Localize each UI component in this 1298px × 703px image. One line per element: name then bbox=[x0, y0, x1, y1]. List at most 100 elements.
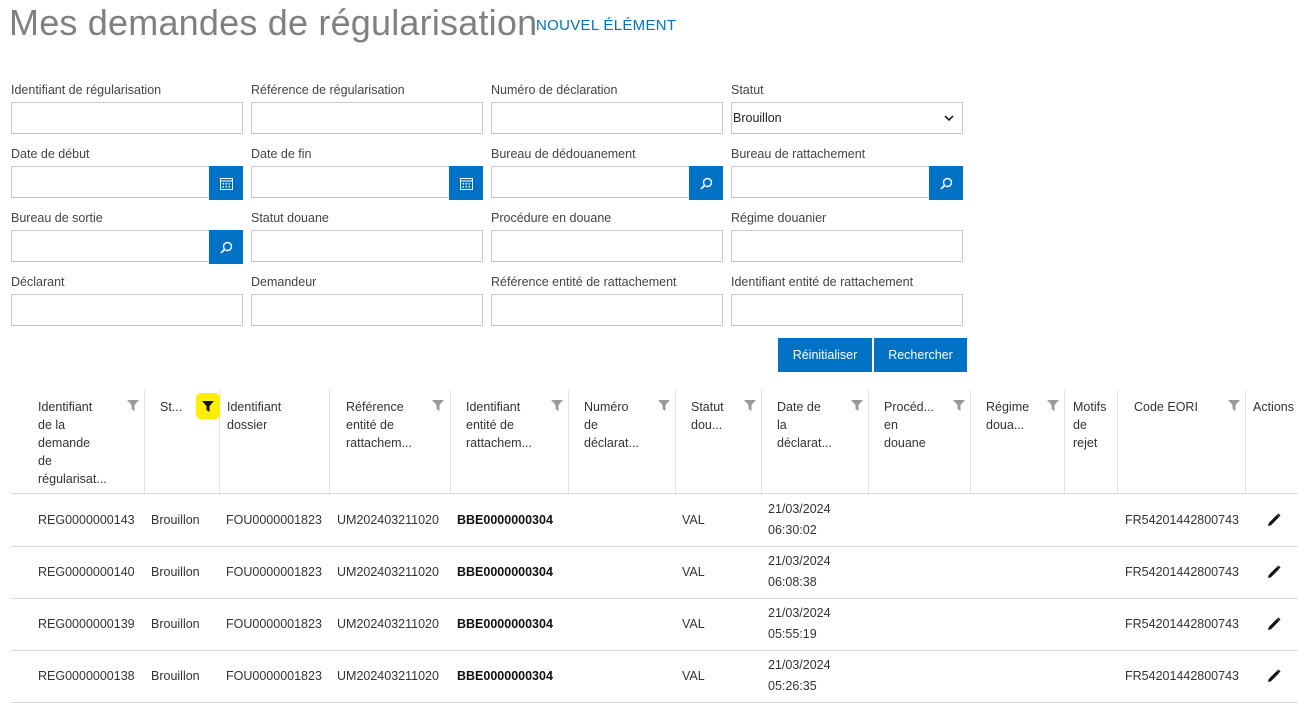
customs-status-input[interactable] bbox=[251, 230, 483, 262]
field-label: Référence de régularisation bbox=[251, 83, 405, 97]
filter-regularisation-ref: Référence de régularisation bbox=[251, 82, 483, 134]
header-line: douane bbox=[884, 436, 926, 450]
filter-regularisation-id: Identifiant de régularisation bbox=[11, 82, 243, 134]
filter-icon[interactable] bbox=[432, 400, 444, 411]
cell-entity-ref: UM202403211020 bbox=[337, 513, 439, 527]
pencil-icon bbox=[1268, 669, 1281, 682]
entity-id-input[interactable] bbox=[731, 294, 963, 326]
header-line: de la bbox=[38, 418, 66, 432]
start-date-picker-button[interactable] bbox=[209, 166, 243, 200]
table-row[interactable]: REG0000000138 Brouillon FOU0000001823 UM… bbox=[11, 650, 1298, 703]
cell-dossier: FOU0000001823 bbox=[226, 617, 322, 631]
search-icon bbox=[939, 177, 952, 190]
filter-icon[interactable] bbox=[744, 400, 756, 411]
cell-customs-status: VAL bbox=[682, 669, 705, 683]
edit-button[interactable] bbox=[1267, 598, 1281, 650]
cell-dossier: FOU0000001823 bbox=[226, 565, 322, 579]
exit-office-lookup-button[interactable] bbox=[209, 230, 243, 264]
column-header-regime[interactable]: Régime doua... bbox=[971, 390, 1065, 493]
filter-icon bbox=[202, 400, 214, 412]
customs-procedure-input[interactable] bbox=[491, 230, 723, 262]
column-header-rejection-reasons[interactable]: Motifs de rejet bbox=[1065, 390, 1118, 493]
filter-icon[interactable] bbox=[953, 400, 965, 411]
field-label: Procédure en douane bbox=[491, 211, 612, 225]
column-header-entity-ref[interactable]: Référence entité de rattachem... bbox=[330, 390, 451, 493]
cell-id: REG0000000143 bbox=[38, 513, 135, 527]
cell-customs-status: VAL bbox=[682, 617, 705, 631]
customs-office-input[interactable] bbox=[491, 166, 723, 200]
pencil-icon bbox=[1268, 565, 1281, 578]
header-line: régularisat... bbox=[38, 472, 107, 486]
cell-entity-id: BBE0000000304 bbox=[457, 617, 553, 631]
column-header-label: Identifiant entité de rattachem... bbox=[466, 398, 546, 452]
regularisation-ref-input[interactable] bbox=[251, 102, 483, 134]
edit-button[interactable] bbox=[1267, 650, 1281, 702]
column-header-id[interactable]: Identifiant de la demande de régularisat… bbox=[11, 390, 145, 493]
cell-time: 06:08:38 bbox=[768, 575, 817, 589]
header-line: Motifs bbox=[1073, 400, 1107, 414]
column-header-eori[interactable]: Code EORI bbox=[1118, 390, 1246, 493]
field-label: Déclarant bbox=[11, 275, 65, 289]
start-date-input[interactable] bbox=[11, 166, 243, 200]
column-header-label: Régime doua... bbox=[986, 398, 1041, 434]
column-header-label: Actions bbox=[1253, 398, 1298, 416]
customs-office-lookup-button[interactable] bbox=[689, 166, 723, 200]
header-line: de bbox=[584, 418, 598, 432]
header-line: demande bbox=[38, 436, 91, 450]
column-header-label: Procéd... en douane bbox=[884, 398, 944, 452]
table-row[interactable]: REG0000000140 Brouillon FOU0000001823 UM… bbox=[11, 546, 1298, 599]
status-select[interactable]: Brouillon bbox=[731, 102, 963, 134]
column-header-customs-status[interactable]: Statut dou... bbox=[676, 390, 762, 493]
header-line: Statut bbox=[691, 400, 724, 414]
cell-status: Brouillon bbox=[151, 565, 200, 579]
cell-declaration-date: 21/03/2024 06:08:38 bbox=[768, 546, 831, 598]
filter-icon[interactable] bbox=[551, 400, 563, 411]
end-date-picker-button[interactable] bbox=[449, 166, 483, 200]
attachment-office-lookup-button[interactable] bbox=[929, 166, 963, 200]
filter-icon[interactable] bbox=[658, 400, 670, 411]
column-header-declaration-date[interactable]: Date de la déclarat... bbox=[762, 390, 869, 493]
new-item-link[interactable]: NOUVEL ÉLÉMENT bbox=[536, 17, 676, 34]
column-header-procedure[interactable]: Procéd... en douane bbox=[869, 390, 971, 493]
filter-icon[interactable] bbox=[1047, 400, 1059, 411]
cell-date: 21/03/2024 bbox=[768, 606, 831, 620]
reset-button[interactable]: Réinitialiser bbox=[778, 338, 872, 372]
regularisation-id-input[interactable] bbox=[11, 102, 243, 134]
declaration-number-input[interactable] bbox=[491, 102, 723, 134]
cell-status: Brouillon bbox=[151, 617, 200, 631]
filter-icon[interactable] bbox=[127, 400, 139, 411]
filter-icon[interactable] bbox=[1228, 400, 1240, 411]
filter-declaration-number: Numéro de déclaration bbox=[491, 82, 723, 134]
column-header-declaration-number[interactable]: Numéro de déclarat... bbox=[569, 390, 676, 493]
header-line: Numéro bbox=[584, 400, 629, 414]
attachment-office-input[interactable] bbox=[731, 166, 963, 200]
filter-icon[interactable] bbox=[851, 400, 863, 411]
edit-button[interactable] bbox=[1267, 494, 1281, 546]
cell-entity-ref: UM202403211020 bbox=[337, 617, 439, 631]
column-header-entity-id[interactable]: Identifiant entité de rattachem... bbox=[451, 390, 569, 493]
table-row[interactable]: REG0000000143 Brouillon FOU0000001823 UM… bbox=[11, 494, 1298, 547]
status-select-value: Brouillon bbox=[733, 111, 782, 125]
exit-office-input[interactable] bbox=[11, 230, 243, 264]
requester-input[interactable] bbox=[251, 294, 483, 326]
filter-customs-status: Statut douane bbox=[251, 210, 483, 262]
cell-entity-ref: UM202403211020 bbox=[337, 565, 439, 579]
column-header-status[interactable]: St... bbox=[145, 390, 220, 493]
cell-date: 21/03/2024 bbox=[768, 658, 831, 672]
edit-button[interactable] bbox=[1267, 546, 1281, 598]
filter-customs-regime: Régime douanier bbox=[731, 210, 963, 262]
header-line: Date de bbox=[777, 400, 821, 414]
customs-regime-input[interactable] bbox=[731, 230, 963, 262]
search-button[interactable]: Rechercher bbox=[874, 338, 967, 372]
header-line: Code EORI bbox=[1134, 400, 1198, 414]
header-line: dou... bbox=[691, 418, 723, 432]
cell-dossier: FOU0000001823 bbox=[226, 669, 322, 683]
end-date-input[interactable] bbox=[251, 166, 483, 200]
cell-customs-status: VAL bbox=[682, 565, 705, 579]
entity-ref-input[interactable] bbox=[491, 294, 723, 326]
active-filter-indicator[interactable] bbox=[196, 393, 220, 419]
header-line: entité de bbox=[466, 418, 514, 432]
declarant-input[interactable] bbox=[11, 294, 243, 326]
column-header-dossier[interactable]: Identifiant dossier bbox=[220, 390, 330, 493]
table-row[interactable]: REG0000000139 Brouillon FOU0000001823 UM… bbox=[11, 598, 1298, 651]
